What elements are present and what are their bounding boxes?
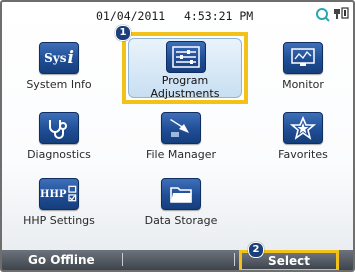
hhp-icon-text: HHP [40, 188, 67, 200]
file-transfer-icon [161, 112, 201, 144]
monitor-icon [283, 42, 323, 74]
folder-glyph [170, 187, 192, 203]
star-icon [283, 112, 323, 144]
tile-label: Program Adjustments [126, 74, 244, 100]
status-date: 01/04/2011 [96, 9, 166, 23]
hhp-checkbox-glyph [68, 185, 77, 202]
tile-label-line1: Program [161, 74, 209, 87]
sys-i-icon: Sys i [39, 42, 79, 74]
monitor-glyph [291, 48, 315, 66]
sliders-icon [166, 41, 206, 73]
tile-label: Diagnostics [27, 148, 91, 161]
tile-label: System Info [26, 78, 92, 91]
stethoscope-glyph [49, 120, 67, 139]
tile-label: Data Storage [144, 214, 218, 227]
sliders-glyph [172, 46, 200, 68]
hhp-icon: HHP [39, 178, 79, 210]
tile-favorites[interactable]: Favorites [264, 112, 342, 178]
tile-monitor[interactable]: Monitor [264, 42, 342, 108]
tile-label: HHP Settings [23, 214, 95, 227]
tile-label: Favorites [278, 148, 328, 161]
status-bar: 01/04/2011 4:53:21 PM [2, 2, 353, 24]
callout-badge-2: 2 [248, 242, 264, 258]
tile-label: File Manager [145, 148, 217, 161]
sys-icon-text: Sys [44, 51, 67, 65]
tile-data-storage[interactable]: Data Storage [142, 178, 220, 244]
hhp-screen: 01/04/2011 4:53:21 PM Sysi System Info [0, 0, 355, 272]
callout-badge-1: 1 [115, 25, 131, 41]
tile-hhp-settings[interactable]: HHP HHP Settings [20, 178, 98, 244]
status-time: 4:53:21 PM [184, 9, 254, 23]
file-transfer-glyph [170, 119, 189, 137]
info-i-glyph: i [67, 48, 74, 68]
usb-search-icon [316, 7, 349, 22]
softkey-divider [122, 253, 123, 266]
tile-system-info[interactable]: Sys i System Info [20, 42, 98, 108]
tile-label: Monitor [282, 78, 324, 91]
tile-label-line2: Adjustments [150, 87, 220, 100]
star-glyph [290, 116, 316, 140]
softkey-divider [234, 253, 235, 266]
stethoscope-icon [39, 112, 79, 144]
tile-program-adjustments[interactable]: Program Adjustments [122, 32, 248, 104]
tile-diagnostics[interactable]: Diagnostics [20, 112, 98, 178]
tile-file-manager[interactable]: File Manager [142, 112, 220, 178]
folder-icon [161, 178, 201, 210]
go-offline-button[interactable]: Go Offline [28, 253, 95, 267]
